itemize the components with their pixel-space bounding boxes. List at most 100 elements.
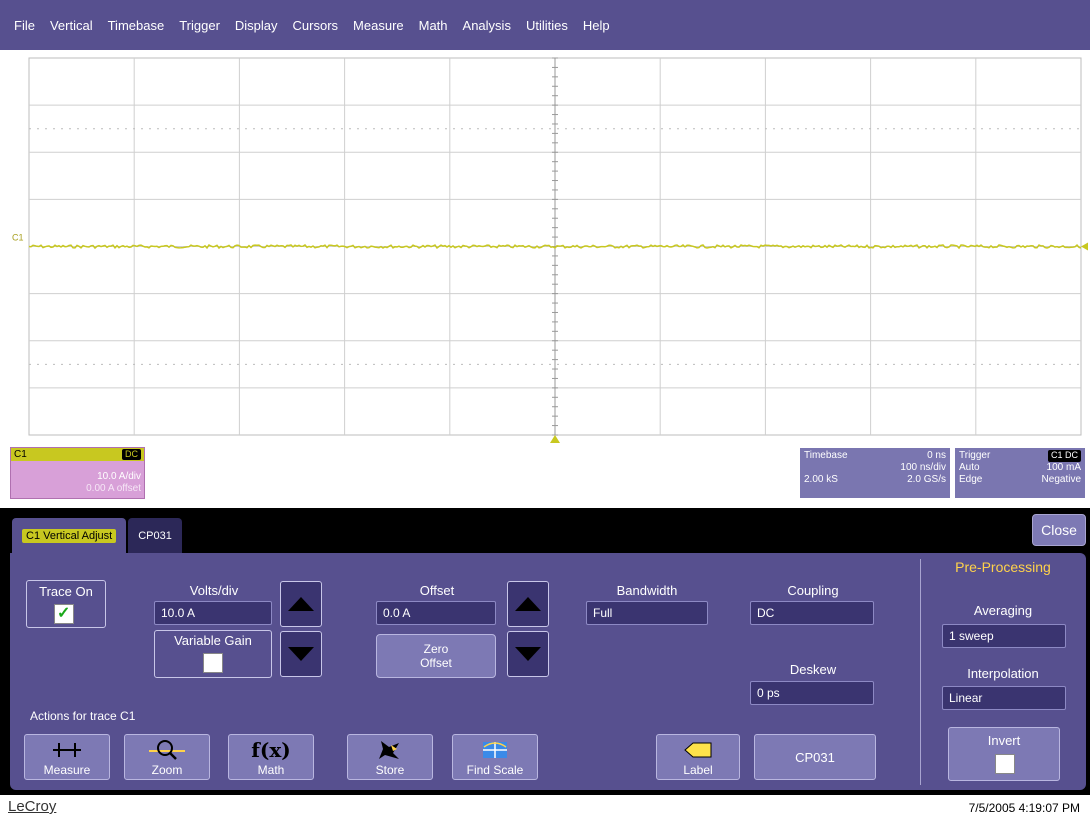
tab-cp031[interactable]: CP031 (128, 518, 182, 553)
volts-div-up-button[interactable] (280, 581, 322, 627)
coupling-badge: DC (122, 449, 141, 460)
store-button[interactable]: Store (347, 734, 433, 780)
footer-bar: LeCroy 7/5/2005 4:19:07 PM (0, 795, 1090, 820)
trace-on-checkbox[interactable]: ✓ (54, 604, 74, 624)
trigger-position-marker (550, 435, 560, 443)
coupling-label: Coupling (787, 583, 839, 598)
waveform-display: C1 (0, 50, 1090, 445)
waveform-grid: C1 (12, 57, 1088, 443)
averaging-label: Averaging (973, 603, 1033, 618)
find-scale-label: Find Scale (466, 763, 524, 777)
zoom-icon (125, 739, 209, 761)
control-panel: C1 Vertical Adjust CP031 Close Trace On … (0, 508, 1090, 795)
timebase-descriptor[interactable]: Timebase 0 ns 100 ns/div 2.00 kS 2.0 GS/s (799, 447, 951, 499)
triangle-up-icon (288, 597, 314, 611)
check-icon: ✓ (57, 605, 71, 622)
interpolation-field[interactable]: Linear (942, 686, 1066, 710)
actions-label: Actions for trace C1 (30, 709, 136, 723)
cp031-button[interactable]: CP031 (754, 734, 876, 780)
tab-bar: C1 Vertical Adjust CP031 (12, 518, 184, 553)
zero-offset-line2: Offset (420, 656, 452, 670)
offset-field[interactable]: 0.0 A (376, 601, 496, 625)
trigger-source-badge: C1 DC (1047, 450, 1081, 462)
deskew-label: Deskew (789, 662, 837, 677)
trigger-type: Edge (959, 474, 983, 485)
menu-bar: File Vertical Timebase Trigger Display Cursor… (0, 0, 1090, 50)
offset-down-button[interactable] (507, 631, 549, 677)
variable-gain-label: Variable Gain (174, 633, 252, 648)
store-icon (348, 739, 432, 761)
channel-name: C1 (14, 449, 27, 460)
averaging-field[interactable]: 1 sweep (942, 624, 1066, 648)
menu-math[interactable]: Math (419, 18, 448, 33)
bandwidth-label: Bandwidth (616, 583, 678, 598)
label-label: Label (683, 763, 713, 777)
menu-help[interactable]: Help (583, 18, 610, 33)
store-label: Store (375, 763, 405, 777)
tab-c1-vertical-adjust[interactable]: C1 Vertical Adjust (12, 518, 127, 553)
zoom-button[interactable]: Zoom (124, 734, 210, 780)
measure-button[interactable]: Measure (24, 734, 110, 780)
offset-label: Offset (419, 583, 455, 598)
label-button[interactable]: Label (656, 734, 740, 780)
interpolation-label: Interpolation (967, 666, 1039, 681)
menu-timebase[interactable]: Timebase (108, 18, 165, 33)
find-scale-button[interactable]: Find Scale (452, 734, 538, 780)
channel-offset: 0.00 A offset (86, 483, 141, 494)
timebase-rate: 2.0 GS/s (907, 474, 946, 485)
math-button[interactable]: f(x) Math (228, 734, 314, 780)
trigger-title: Trigger (959, 450, 991, 461)
descriptor-row: C1 DC 10.0 A/div 0.00 A offset Timebase 0… (0, 445, 1090, 508)
volts-div-label: Volts/div (189, 583, 239, 598)
close-button[interactable]: Close (1032, 514, 1086, 546)
measure-icon (25, 739, 109, 761)
measure-label: Measure (43, 763, 91, 777)
zero-offset-line1: Zero (423, 642, 449, 656)
invert-button[interactable]: Invert (948, 727, 1060, 781)
triangle-up-icon (515, 597, 541, 611)
volts-div-field[interactable]: 10.0 A (154, 601, 272, 625)
zoom-label: Zoom (151, 763, 183, 777)
deskew-field[interactable]: 0 ps (750, 681, 874, 705)
timebase-delay: 0 ns (927, 450, 946, 461)
preprocessing-title: Pre-Processing (955, 559, 1051, 575)
trigger-descriptor[interactable]: Trigger C1 DC Auto 100 mA Edge Negative (954, 447, 1086, 499)
trigger-mode: Auto (959, 462, 980, 473)
function-icon: f(x) (251, 738, 291, 762)
timestamp: 7/5/2005 4:19:07 PM (968, 801, 1080, 815)
triangle-down-icon (288, 647, 314, 661)
zero-offset-button[interactable]: Zero Offset (376, 634, 496, 678)
menu-file[interactable]: File (14, 18, 35, 33)
right-level-marker (1081, 242, 1088, 251)
menu-vertical[interactable]: Vertical (50, 18, 93, 33)
lecroy-logo: LeCroy (8, 798, 57, 815)
section-divider (920, 559, 921, 785)
timebase-samples: 2.00 kS (804, 474, 838, 485)
vertical-adjust-panel: Trace On ✓ Volts/div 10.0 A Variable Gai… (10, 553, 1086, 790)
math-label: Math (257, 763, 285, 777)
channel-marker-c1: C1 (12, 233, 24, 243)
timebase-title: Timebase (804, 450, 848, 461)
trace-on-label: Trace On (39, 584, 93, 599)
coupling-field[interactable]: DC (750, 601, 874, 625)
triangle-down-icon (515, 647, 541, 661)
find-scale-icon (453, 739, 537, 761)
tab-label: C1 Vertical Adjust (22, 528, 117, 543)
trigger-slope: Negative (1041, 474, 1081, 485)
invert-checkbox[interactable] (995, 754, 1015, 774)
variable-gain-checkbox[interactable] (203, 653, 223, 673)
channel-scale: 10.0 A/div (97, 471, 141, 482)
menu-measure[interactable]: Measure (353, 18, 404, 33)
menu-cursors[interactable]: Cursors (293, 18, 339, 33)
label-tag-icon (657, 739, 739, 761)
channel-descriptor-c1[interactable]: C1 DC 10.0 A/div 0.00 A offset (10, 447, 145, 499)
menu-analysis[interactable]: Analysis (463, 18, 511, 33)
oscilloscope-screen: { "menu": ["File", "Vertical", "Timebase… (0, 0, 1090, 820)
menu-utilities[interactable]: Utilities (526, 18, 568, 33)
bandwidth-field[interactable]: Full (586, 601, 708, 625)
menu-display[interactable]: Display (235, 18, 278, 33)
volts-div-down-button[interactable] (280, 631, 322, 677)
menu-trigger[interactable]: Trigger (179, 18, 220, 33)
offset-up-button[interactable] (507, 581, 549, 627)
trigger-level: 100 mA (1046, 462, 1081, 473)
